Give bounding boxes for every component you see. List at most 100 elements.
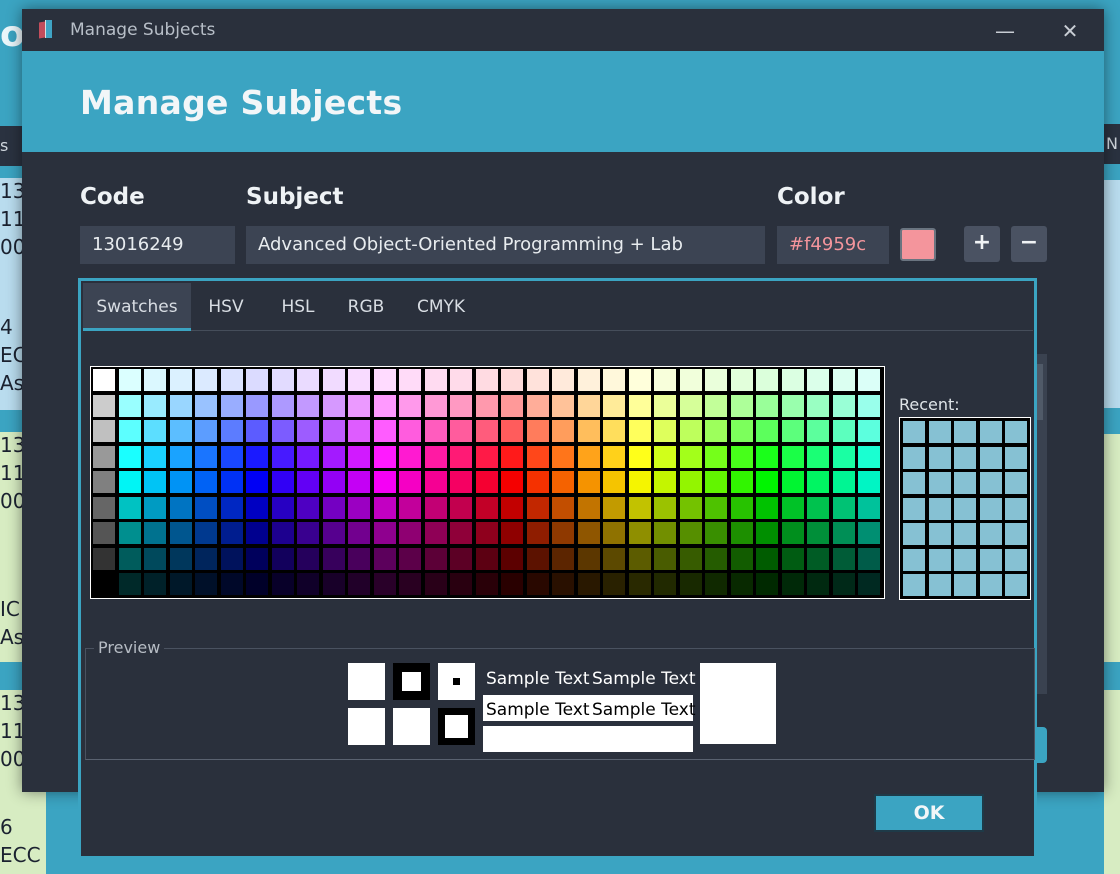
color-swatch-cell[interactable] <box>92 444 116 469</box>
color-swatch-cell[interactable] <box>245 495 269 520</box>
color-swatch-cell[interactable] <box>143 495 167 520</box>
recent-swatch-cell[interactable] <box>1004 496 1028 521</box>
color-swatch-cell[interactable] <box>525 521 550 545</box>
color-swatch-cell[interactable] <box>321 546 346 571</box>
recent-swatch-cell[interactable] <box>978 471 1003 495</box>
color-swatch-cell[interactable] <box>347 444 371 469</box>
color-swatch-cell[interactable] <box>525 572 550 596</box>
color-swatch-cell[interactable] <box>780 572 805 596</box>
subject-card[interactable] <box>1104 690 1120 874</box>
color-swatch-cell[interactable] <box>143 521 167 545</box>
color-swatch-cell[interactable] <box>525 546 550 571</box>
subject-card[interactable] <box>1104 434 1120 662</box>
color-swatch-cell[interactable] <box>194 521 218 545</box>
color-swatch-cell[interactable] <box>551 419 575 443</box>
color-swatch-cell[interactable] <box>194 495 218 520</box>
recent-swatch-cell[interactable] <box>953 445 977 470</box>
color-swatch-cell[interactable] <box>194 444 218 469</box>
color-hex-field[interactable]: #f4959c <box>777 226 889 264</box>
color-swatch-cell[interactable] <box>92 546 116 571</box>
color-swatch-cell[interactable] <box>398 521 422 545</box>
color-swatch-cell[interactable] <box>372 572 397 596</box>
color-swatch-cell[interactable] <box>423 419 448 443</box>
color-swatch-cell[interactable] <box>780 521 805 545</box>
color-swatch-cell[interactable] <box>143 393 167 418</box>
color-swatch-cell[interactable] <box>602 393 626 418</box>
color-swatch-cell[interactable] <box>296 546 320 571</box>
color-swatch-cell[interactable] <box>194 368 218 392</box>
close-button[interactable]: ✕ <box>1050 17 1090 45</box>
color-swatch-cell[interactable] <box>168 470 193 494</box>
color-swatch-cell[interactable] <box>398 368 422 392</box>
color-swatch-cell[interactable] <box>117 546 142 571</box>
color-swatch-cell[interactable] <box>500 368 524 392</box>
color-swatch-cell[interactable] <box>398 572 422 596</box>
color-swatch-cell[interactable] <box>755 368 779 392</box>
recent-swatch-cell[interactable] <box>1004 471 1028 495</box>
color-swatch-cell[interactable] <box>500 495 524 520</box>
color-swatch-cell[interactable] <box>576 546 601 571</box>
color-swatch-cell[interactable] <box>143 546 167 571</box>
color-swatch-cell[interactable] <box>449 521 473 545</box>
color-swatch-cell[interactable] <box>729 521 754 545</box>
recent-swatch-cell[interactable] <box>1004 420 1028 444</box>
color-swatch-cell[interactable] <box>806 521 830 545</box>
recent-swatch-cell[interactable] <box>902 547 926 572</box>
color-swatch-cell[interactable] <box>423 470 448 494</box>
color-swatch-cell[interactable] <box>449 444 473 469</box>
recent-swatch-cell[interactable] <box>953 496 977 521</box>
color-swatch-cell[interactable] <box>500 419 524 443</box>
color-swatch-cell[interactable] <box>806 419 830 443</box>
color-swatch-cell[interactable] <box>857 470 881 494</box>
color-swatch-cell[interactable] <box>398 546 422 571</box>
color-swatch-cell[interactable] <box>755 521 779 545</box>
color-swatch-cell[interactable] <box>168 495 193 520</box>
recent-swatch-cell[interactable] <box>1004 573 1028 597</box>
color-swatch-cell[interactable] <box>551 470 575 494</box>
color-swatch-cell[interactable] <box>347 495 371 520</box>
color-swatch-cell[interactable] <box>551 368 575 392</box>
recent-swatch-cell[interactable] <box>978 420 1003 444</box>
color-swatch-cell[interactable] <box>729 393 754 418</box>
color-swatch-cell[interactable] <box>678 368 703 392</box>
subject-card[interactable] <box>1104 180 1120 408</box>
color-swatch-cell[interactable] <box>551 546 575 571</box>
color-swatch-cell[interactable] <box>576 368 601 392</box>
color-swatch-cell[interactable] <box>296 470 320 494</box>
color-swatch-cell[interactable] <box>729 419 754 443</box>
color-swatch-cell[interactable] <box>296 393 320 418</box>
recent-swatch-cell[interactable] <box>927 420 952 444</box>
color-swatch-cell[interactable] <box>296 419 320 443</box>
color-swatch-cell[interactable] <box>270 546 295 571</box>
color-swatch-cell[interactable] <box>398 470 422 494</box>
color-swatch-cell[interactable] <box>347 368 371 392</box>
color-swatch-cell[interactable] <box>627 393 652 418</box>
color-swatch-cell[interactable] <box>704 444 728 469</box>
color-swatch-cell[interactable] <box>143 419 167 443</box>
color-swatch-cell[interactable] <box>831 393 856 418</box>
color-swatch-cell[interactable] <box>729 368 754 392</box>
color-swatch-cell[interactable] <box>678 393 703 418</box>
color-swatch-cell[interactable] <box>729 495 754 520</box>
recent-swatch-cell[interactable] <box>953 573 977 597</box>
color-swatch-cell[interactable] <box>321 572 346 596</box>
tab-hsv[interactable]: HSV <box>195 283 257 331</box>
recent-swatch-cell[interactable] <box>902 471 926 495</box>
color-swatch-cell[interactable] <box>704 572 728 596</box>
color-swatch-cell[interactable] <box>321 444 346 469</box>
color-swatch-cell[interactable] <box>270 521 295 545</box>
color-swatch-cell[interactable] <box>755 444 779 469</box>
color-swatch-cell[interactable] <box>474 521 499 545</box>
color-swatch-cell[interactable] <box>576 521 601 545</box>
color-swatch-cell[interactable] <box>168 393 193 418</box>
color-swatch-cell[interactable] <box>474 419 499 443</box>
color-swatch-cell[interactable] <box>755 546 779 571</box>
color-swatch-cell[interactable] <box>678 521 703 545</box>
color-swatch-cell[interactable] <box>627 495 652 520</box>
color-swatch-cell[interactable] <box>857 521 881 545</box>
color-swatch-cell[interactable] <box>551 495 575 520</box>
color-swatch-cell[interactable] <box>117 444 142 469</box>
color-swatch-cell[interactable] <box>857 572 881 596</box>
color-swatch-cell[interactable] <box>857 393 881 418</box>
color-swatch-cell[interactable] <box>780 393 805 418</box>
